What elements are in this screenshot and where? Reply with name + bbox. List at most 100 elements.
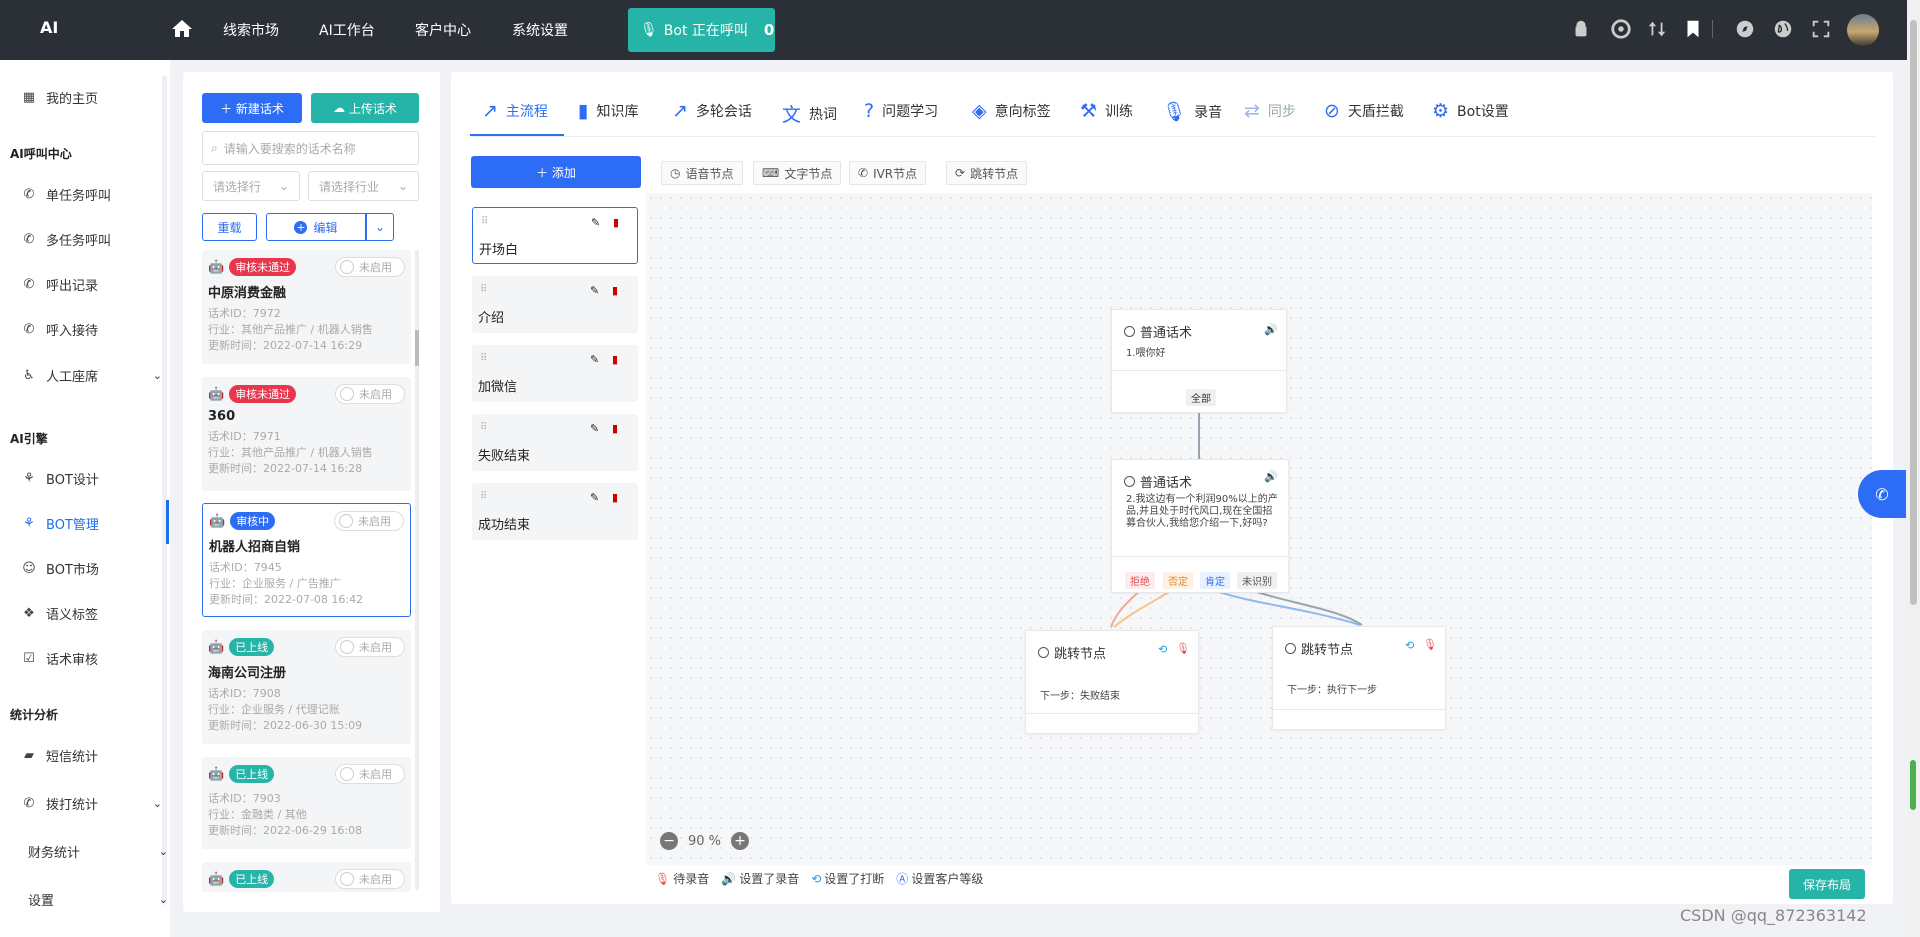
trash-icon[interactable]: ▮ <box>613 216 619 229</box>
sidebar-item-bot-market[interactable]: ☺ BOT市场 <box>22 559 162 578</box>
drag-handle-icon[interactable]: ⠿ <box>480 284 487 295</box>
enable-toggle[interactable]: 未启用 <box>335 764 405 784</box>
reload-button[interactable]: 重载 <box>202 213 257 241</box>
tab-shield-intercept[interactable]: ⊘ 天盾拦截 <box>1324 100 1404 122</box>
pencil-icon[interactable]: ✎ <box>590 353 599 366</box>
flow-item-selected[interactable]: ⠿ ✎ ▮ 开场白 <box>472 207 638 264</box>
phone-float-button[interactable]: ✆ <box>1858 470 1906 518</box>
bot-calling-button[interactable]: 🎙 Bot 正在呼叫 0 <box>628 8 775 52</box>
flow-item[interactable]: ⠿ ✎ ▮ 介绍 <box>472 276 638 333</box>
pencil-icon[interactable]: ✎ <box>590 422 599 435</box>
sidebar-item-bot-design[interactable]: ⚘ BOT设计 <box>22 469 162 488</box>
interrupt-icon[interactable]: ⟲ <box>1405 639 1414 652</box>
pencil-icon[interactable]: ✎ <box>591 216 600 229</box>
script-search-input[interactable]: ⌕ 请输入要搜索的话术名称 <box>202 131 419 165</box>
script-card[interactable]: 🤖 已上线 未启用 <box>202 862 411 892</box>
sidebar-scrollbar[interactable] <box>162 75 167 905</box>
tab-sync[interactable]: ⇄ 同步 <box>1244 100 1296 122</box>
branch-unrecognized[interactable]: 未识别 <box>1237 572 1277 589</box>
add-flow-button[interactable]: ＋ 添加 <box>471 156 641 188</box>
user-avatar[interactable] <box>1847 14 1879 46</box>
flow-node-jump[interactable]: 跳转节点 ⟲ 🎙 下一步：失败结束 <box>1025 630 1199 734</box>
speaker-icon[interactable]: 🔊 <box>1264 323 1278 336</box>
sidebar-item-inbound-reception[interactable]: ✆ 呼入接待 <box>22 320 162 339</box>
nav-leads-market[interactable]: 线索市场 <box>223 20 279 40</box>
industry-select[interactable]: 请选择行业 ⌄ <box>308 171 419 201</box>
home-icon[interactable] <box>170 17 194 41</box>
jump-node-chip[interactable]: ⟳ 跳转节点 <box>946 161 1028 185</box>
globe-icon[interactable] <box>1772 18 1794 40</box>
zoom-out-icon[interactable]: − <box>660 832 678 850</box>
microphone-icon[interactable]: 🎙 <box>1176 642 1190 655</box>
sidebar-item-manual-seat[interactable]: ♿ 人工座席 ⌄ <box>22 366 162 385</box>
script-card-selected[interactable]: 🤖 审核中 未启用 机器人招商自销 话术ID：7945 行业：企业服务 / 广告推广… <box>202 503 411 617</box>
interrupt-icon[interactable]: ⟲ <box>1158 643 1167 656</box>
nav-system-settings[interactable]: 系统设置 <box>512 20 568 40</box>
list-scrollbar[interactable] <box>415 250 419 890</box>
edit-dropdown-button[interactable]: ⌄ <box>366 213 394 241</box>
voice-node-chip[interactable]: ◷ 语音节点 <box>661 161 743 185</box>
sidebar-item-multi-task-call[interactable]: ✆ 多任务呼叫 <box>22 230 162 249</box>
zoom-in-icon[interactable]: + <box>731 832 750 850</box>
flow-item[interactable]: ⠿ ✎ ▮ 失败结束 <box>472 414 638 471</box>
branch-all[interactable]: 全部 <box>1186 389 1216 406</box>
sidebar-item-single-task-call[interactable]: ✆ 单任务呼叫 <box>22 185 162 204</box>
sidebar-item-script-review[interactable]: ☑ 话术审核 <box>22 649 162 668</box>
tab-hotwords[interactable]: 文热词 <box>782 100 837 127</box>
enable-toggle[interactable]: 未启用 <box>334 511 404 531</box>
tab-multi-turn[interactable]: ↗ 多轮会话 <box>672 100 752 122</box>
flow-node-normal[interactable]: 普通话术 🔊 1.喂你好 全部 <box>1111 309 1287 413</box>
trash-icon[interactable]: ▮ <box>612 353 618 366</box>
page-scrollbar-thumb[interactable] <box>1910 20 1917 605</box>
edit-button[interactable]: + 编辑 <box>266 213 366 241</box>
list-scrollbar-thumb[interactable] <box>415 330 419 366</box>
drag-handle-icon[interactable]: ⠿ <box>481 216 488 227</box>
branch-reject[interactable]: 拒绝 <box>1125 572 1155 589</box>
sort-arrows-icon[interactable] <box>1646 18 1668 40</box>
android-icon[interactable] <box>1570 18 1592 40</box>
enable-toggle[interactable]: 未启用 <box>335 384 405 404</box>
sidebar-item-finance-stats[interactable]: 财务统计 ⌄ <box>28 842 168 861</box>
flow-node-normal[interactable]: 普通话术 🔊 2.我这边有一个利润90%以上的产品,并且处于时代风口,现在全国招… <box>1111 459 1289 593</box>
pencil-icon[interactable]: ✎ <box>590 284 599 297</box>
script-card[interactable]: 🤖 已上线 未启用 海南公司注册 话术ID：7908 行业：企业服务 / 代理记账 … <box>202 630 411 744</box>
script-card[interactable]: 🤖 审核未通过 未启用 中原消费金融 话术ID：7972 行业：其他产品推广 / 机… <box>202 250 411 364</box>
script-card[interactable]: 🤖 已上线 未启用 话术ID：7903 行业：金融类 / 其他 更新时间：2022-… <box>202 757 411 849</box>
sidebar-item-bot-management[interactable]: ⚘ BOT管理 <box>22 514 162 533</box>
script-card[interactable]: 🤖 审核未通过 未启用 360 话术ID：7971 行业：其他产品推广 / 机器人销… <box>202 377 411 491</box>
new-script-button[interactable]: ＋ 新建话术 <box>202 93 302 123</box>
save-layout-button[interactable]: 保存布局 <box>1789 869 1865 899</box>
text-node-chip[interactable]: ⌨ 文字节点 <box>753 161 842 185</box>
ivr-node-chip[interactable]: ✆ IVR节点 <box>849 161 927 185</box>
flow-item[interactable]: ⠿ ✎ ▮ 加微信 <box>472 345 638 402</box>
tab-training[interactable]: ⚒ 训练 <box>1080 100 1133 122</box>
aperture-icon[interactable] <box>1610 18 1632 40</box>
tab-recording[interactable]: 🎙 录音 <box>1162 100 1222 123</box>
branch-affirm[interactable]: 肯定 <box>1200 572 1230 589</box>
compass-icon[interactable] <box>1734 18 1756 40</box>
speaker-icon[interactable]: 🔊 <box>1264 470 1278 483</box>
pencil-icon[interactable]: ✎ <box>590 491 599 504</box>
sidebar-item-dial-stats[interactable]: ✆ 拨打统计 ⌄ <box>22 794 162 813</box>
branch-deny[interactable]: 否定 <box>1163 572 1193 589</box>
tab-intent-tags[interactable]: ◈ 意向标签 <box>972 100 1051 122</box>
enable-toggle[interactable]: 未启用 <box>335 869 405 889</box>
drag-handle-icon[interactable]: ⠿ <box>480 422 487 433</box>
upload-script-button[interactable]: ☁ 上传话术 <box>311 93 419 123</box>
sidebar-item-settings[interactable]: 设置 ⌄ <box>28 890 168 909</box>
tab-knowledge-base[interactable]: ▮ 知识库 <box>578 100 638 122</box>
enable-toggle[interactable]: 未启用 <box>335 637 405 657</box>
sidebar-item-outbound-records[interactable]: ✆ 呼出记录 <box>22 275 162 294</box>
trash-icon[interactable]: ▮ <box>612 491 618 504</box>
flow-node-jump[interactable]: 跳转节点 ⟲ 🎙 下一步：执行下一步 <box>1272 626 1446 730</box>
enable-toggle[interactable]: 未启用 <box>335 257 405 277</box>
nav-ai-workbench[interactable]: AI工作台 <box>319 20 375 40</box>
bookmark-icon[interactable] <box>1682 18 1704 40</box>
sidebar-item-semantic-tags[interactable]: ❖ 语义标签 <box>22 604 162 623</box>
sidebar-item-sms-stats[interactable]: ▰ 短信统计 <box>22 746 162 765</box>
trash-icon[interactable]: ▮ <box>612 422 618 435</box>
flow-item[interactable]: ⠿ ✎ ▮ 成功结束 <box>472 483 638 540</box>
trash-icon[interactable]: ▮ <box>612 284 618 297</box>
tab-question-learning[interactable]: ? 问题学习 <box>864 100 938 122</box>
tab-main-flow[interactable]: ↗ 主流程 <box>482 100 548 122</box>
